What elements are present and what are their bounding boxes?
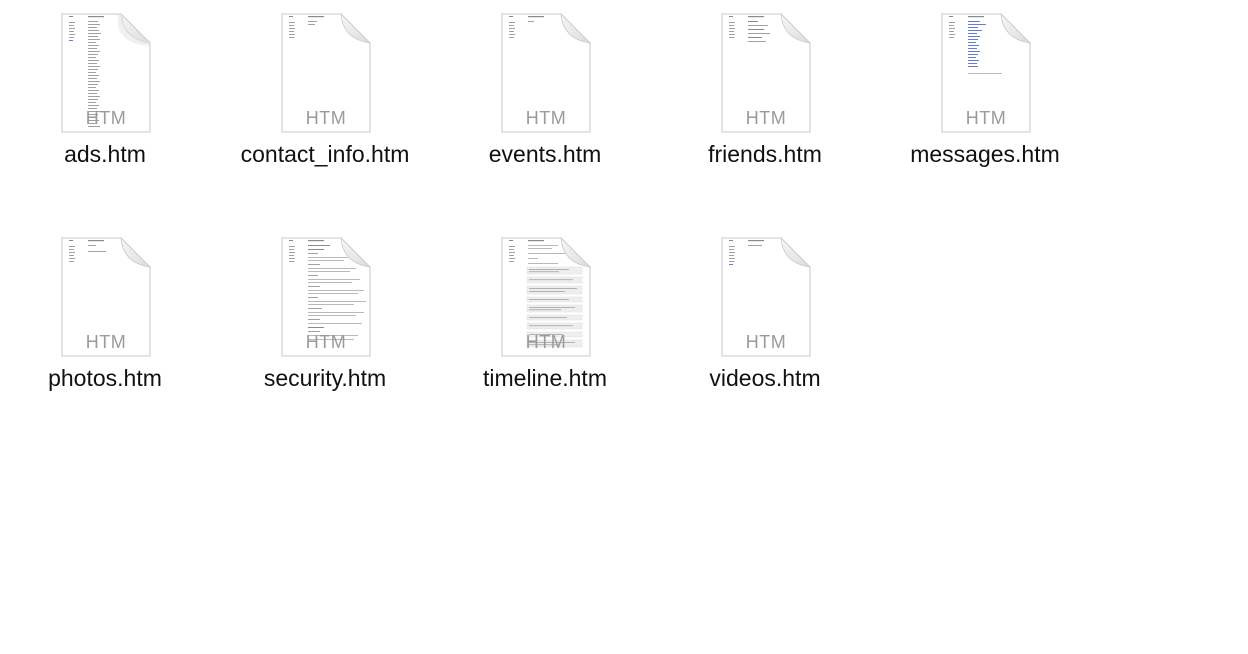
file-name[interactable]: photos.htm [0, 365, 210, 392]
htm-document-icon: HTM [721, 12, 812, 133]
file-grid: HTM ads.htm HTM contact_info.htm HTM eve… [0, 0, 1248, 654]
file-item-videos[interactable]: HTM videos.htm [660, 224, 880, 434]
htm-document-icon: HTM [721, 236, 812, 357]
file-item-timeline[interactable]: HTM timeline.htm [440, 224, 660, 434]
htm-document-icon: HTM [281, 236, 372, 357]
htm-document-icon: HTM [941, 12, 1032, 133]
file-name[interactable]: ads.htm [0, 141, 210, 168]
file-name[interactable]: videos.htm [660, 365, 870, 392]
file-item-contact-info[interactable]: HTM contact_info.htm [220, 0, 440, 210]
file-name[interactable]: events.htm [440, 141, 650, 168]
file-name[interactable]: friends.htm [660, 141, 870, 168]
file-item-security[interactable]: HTM security.htm [220, 224, 440, 434]
file-name[interactable]: contact_info.htm [220, 141, 430, 168]
htm-document-icon: HTM [281, 12, 372, 133]
file-item-events[interactable]: HTM events.htm [440, 0, 660, 210]
file-item-messages[interactable]: HTM messages.htm [880, 0, 1100, 210]
htm-document-icon: HTM [61, 12, 152, 133]
file-item-friends[interactable]: HTM friends.htm [660, 0, 880, 210]
file-item-photos[interactable]: HTM photos.htm [0, 224, 220, 434]
file-item-ads[interactable]: HTM ads.htm [0, 0, 220, 210]
htm-document-icon: HTM [501, 236, 592, 357]
file-name[interactable]: security.htm [220, 365, 430, 392]
file-name[interactable]: timeline.htm [440, 365, 650, 392]
file-name[interactable]: messages.htm [880, 141, 1090, 168]
htm-document-icon: HTM [501, 12, 592, 133]
htm-document-icon: HTM [61, 236, 152, 357]
